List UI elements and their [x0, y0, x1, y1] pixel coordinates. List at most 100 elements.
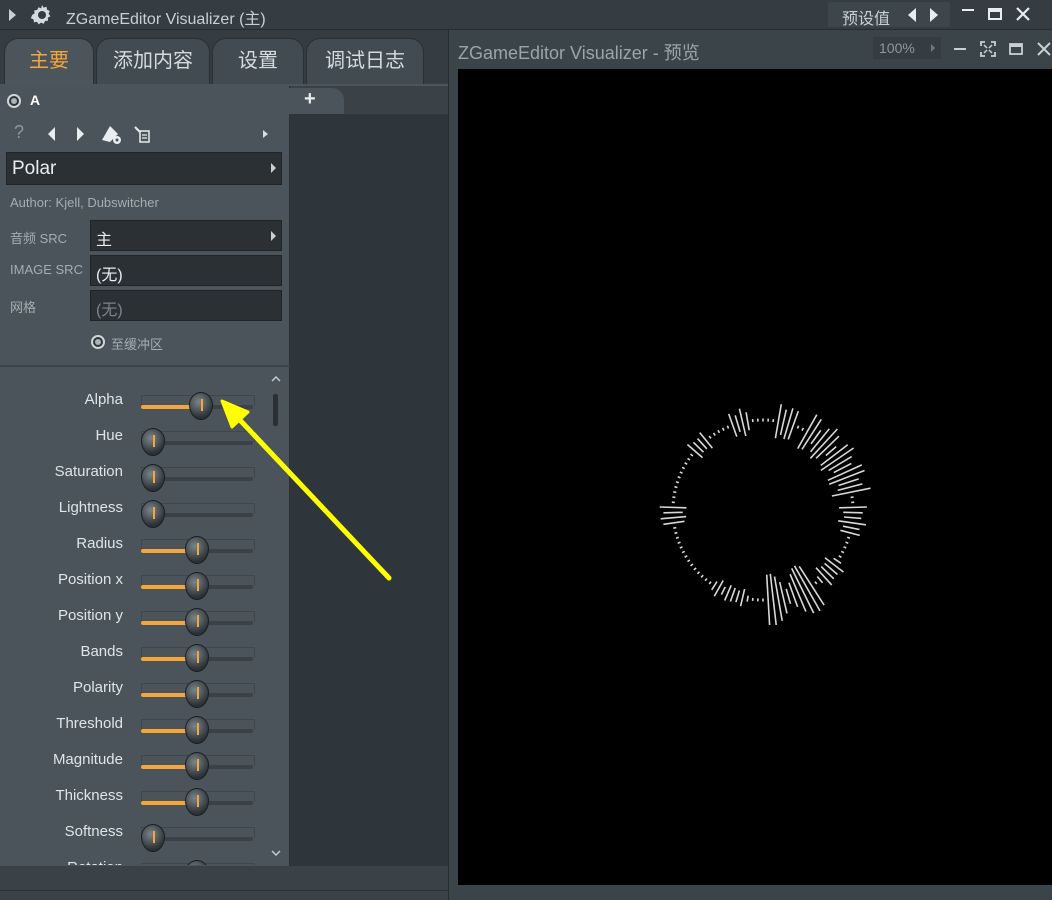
mesh-value: (无) — [96, 302, 123, 319]
preview-maximize-icon[interactable] — [1007, 40, 1025, 58]
image-src-select[interactable]: (无) — [90, 255, 282, 286]
viz-bar — [708, 435, 712, 439]
param-slider[interactable] — [141, 536, 255, 564]
param-slider[interactable] — [141, 680, 255, 708]
add-layer-button[interactable]: + — [288, 88, 344, 114]
layer-tab-a[interactable]: A — [0, 86, 60, 114]
viz-bar — [673, 491, 677, 494]
param-slider[interactable] — [141, 716, 255, 744]
viz-bar — [796, 425, 800, 429]
param-row-position-y: Position y — [0, 595, 260, 636]
randomize-icon[interactable] — [98, 120, 124, 146]
next-effect-icon[interactable] — [70, 124, 90, 144]
param-row-softness: Softness — [0, 811, 260, 852]
param-slider-knob[interactable] — [185, 860, 209, 865]
help-icon[interactable]: ? — [14, 122, 34, 142]
viz-bar — [673, 526, 677, 529]
scroll-down-icon[interactable] — [271, 850, 281, 856]
viz-bar — [840, 529, 860, 537]
collapse-triangle-icon[interactable] — [9, 9, 16, 21]
viz-bar — [815, 567, 833, 586]
param-slider[interactable] — [141, 572, 255, 600]
viz-bar — [765, 574, 771, 626]
mesh-label: 网格 — [10, 300, 37, 315]
to-buffer-radio-icon[interactable] — [91, 335, 105, 349]
parameter-scrollbar[interactable] — [270, 372, 282, 862]
audio-src-label: 音频 SRC — [10, 231, 68, 246]
prev-effect-icon[interactable] — [42, 124, 62, 144]
tab-settings[interactable]: 设置 — [212, 38, 304, 84]
mesh-select[interactable]: (无) — [90, 290, 282, 321]
viz-bar — [809, 428, 838, 459]
viz-bar — [712, 432, 716, 436]
gear-icon[interactable] — [30, 3, 54, 27]
param-row-alpha: Alpha — [0, 379, 260, 420]
param-label: Position y — [57, 607, 123, 624]
param-slider[interactable] — [141, 824, 255, 852]
param-slider[interactable] — [141, 608, 255, 636]
param-row-thickness: Thickness — [0, 775, 260, 816]
effect-selector[interactable]: Polar — [6, 152, 282, 185]
preview-minimize-icon[interactable] — [951, 40, 969, 58]
param-slider[interactable] — [141, 428, 255, 456]
fullscreen-icon[interactable] — [979, 40, 997, 58]
param-label: Rotation — [67, 859, 123, 865]
viz-bar — [785, 588, 792, 605]
preset-prev-icon[interactable] — [908, 8, 916, 22]
viz-bar — [814, 581, 818, 585]
viz-bar — [839, 506, 867, 509]
viz-bar — [831, 487, 871, 497]
viz-bar — [675, 480, 680, 484]
preview-canvas[interactable] — [458, 69, 1052, 885]
scroll-thumb[interactable] — [273, 394, 278, 426]
tab-main[interactable]: 主要 — [4, 38, 94, 84]
param-row-lightness: Lightness — [0, 487, 260, 528]
viz-bar — [674, 485, 678, 489]
menu-arrow-icon[interactable] — [256, 124, 276, 144]
viz-bar — [684, 462, 688, 465]
window-title: ZGameEditor Visualizer (主) — [66, 11, 266, 28]
viz-bar — [708, 581, 712, 585]
copy-params-icon[interactable] — [132, 124, 152, 144]
viz-bar — [738, 408, 747, 437]
audio-src-caret-icon — [271, 231, 276, 241]
viz-bar — [838, 555, 842, 558]
param-slider[interactable] — [141, 500, 255, 528]
minimize-icon[interactable] — [958, 4, 978, 24]
close-icon[interactable] — [1013, 4, 1033, 24]
maximize-icon[interactable] — [985, 4, 1005, 24]
viz-bar — [838, 520, 867, 526]
polar-visualization — [659, 404, 871, 626]
viz-bar — [687, 457, 691, 461]
viz-bar — [681, 550, 686, 554]
viz-bar — [663, 511, 683, 514]
preset-next-icon[interactable] — [930, 8, 938, 22]
param-label: Hue — [95, 427, 123, 444]
tab-debug-log[interactable]: 调试日志 — [306, 38, 424, 84]
image-src-label: IMAGE SRC — [10, 262, 83, 277]
viz-bar — [787, 410, 800, 440]
tab-add-content[interactable]: 添加内容 — [96, 38, 210, 84]
viz-bar — [843, 511, 863, 514]
param-slider[interactable] — [141, 392, 255, 420]
viz-bar — [816, 575, 824, 584]
param-label: Threshold — [56, 715, 123, 732]
viz-bar — [663, 520, 685, 526]
layer-radio-icon[interactable] — [7, 94, 21, 108]
param-slider[interactable] — [141, 788, 255, 816]
viz-bar — [843, 546, 847, 549]
param-slider[interactable] — [141, 464, 255, 492]
presets-selector[interactable]: 预设值 — [828, 2, 950, 28]
audio-src-select[interactable]: 主 — [90, 220, 282, 251]
param-slider[interactable] — [141, 644, 255, 672]
viz-bar — [845, 541, 849, 544]
zoom-caret-icon — [931, 44, 935, 52]
param-label: Saturation — [54, 463, 123, 480]
zoom-selector[interactable]: 100% — [873, 37, 941, 59]
param-slider[interactable] — [141, 752, 255, 780]
param-row-magnitude: Magnitude — [0, 739, 260, 780]
scroll-up-icon[interactable] — [271, 376, 281, 382]
viz-bar — [726, 425, 730, 429]
preview-close-icon[interactable] — [1035, 40, 1052, 58]
viz-bar — [686, 443, 704, 459]
